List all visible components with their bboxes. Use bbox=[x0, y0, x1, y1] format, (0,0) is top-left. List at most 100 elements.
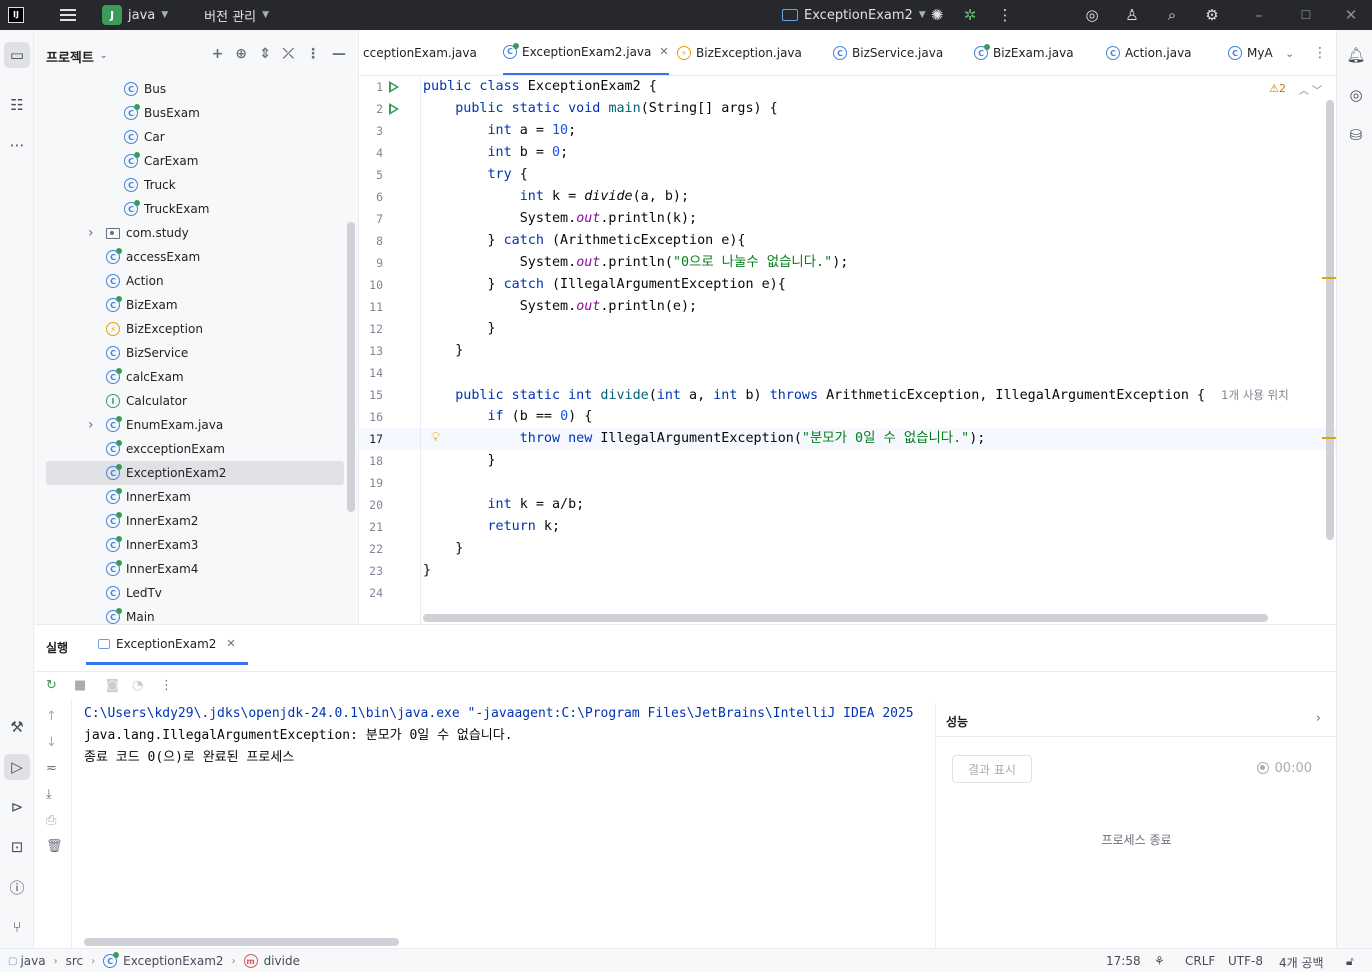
chevron-down-icon[interactable]: ⌄ bbox=[100, 51, 108, 61]
breadcrumb-item[interactable]: divide bbox=[264, 954, 300, 968]
run-config-selector[interactable]: ExceptionExam2 ▼ bbox=[782, 0, 926, 30]
add-user-icon[interactable]: ♙ bbox=[1123, 6, 1141, 24]
tab-action[interactable]: C Action.java bbox=[1106, 30, 1192, 75]
notifications-bell-icon[interactable]: 🔔︎ bbox=[1343, 42, 1369, 68]
project-tree-item[interactable]: C TruckExam bbox=[46, 197, 344, 221]
maximize-icon[interactable]: ☐ bbox=[1297, 6, 1315, 24]
scroll-to-end-icon[interactable]: ⤓ bbox=[46, 787, 52, 802]
soft-wrap-icon[interactable]: ≂ bbox=[46, 761, 57, 776]
navigate-warnings-arrows-icon[interactable]: ︿ ﹀ bbox=[1299, 82, 1322, 97]
project-tree-item[interactable]: C BizExam bbox=[46, 293, 344, 317]
tab-biz-exam[interactable]: C BizExam.java bbox=[974, 30, 1074, 75]
project-tree-item[interactable]: CexcceptionExam bbox=[46, 437, 344, 461]
tab-options-icon[interactable]: ⋮ bbox=[1313, 30, 1327, 75]
run-icon[interactable]: ▷ bbox=[4, 754, 30, 780]
project-tree-item[interactable]: C Main bbox=[46, 605, 344, 624]
warning-marker[interactable] bbox=[1322, 437, 1336, 439]
structure-icon[interactable]: ☷ bbox=[4, 92, 30, 118]
expand-all-icon[interactable]: ⇕ bbox=[259, 46, 271, 62]
terminal-icon[interactable]: ⊡ bbox=[4, 834, 30, 860]
usage-hint[interactable]: 1개 사용 위치 bbox=[1221, 388, 1289, 402]
editor-horizontal-scrollbar[interactable] bbox=[423, 614, 1268, 622]
ai-assistant-icon[interactable]: ◎ bbox=[1083, 6, 1101, 24]
run-main-icon[interactable] bbox=[389, 103, 399, 115]
minimize-icon[interactable]: – bbox=[1250, 6, 1268, 24]
profiler-icon[interactable]: ◔ bbox=[132, 678, 143, 693]
inspection-profile-icon[interactable]: ⚘ bbox=[1154, 954, 1165, 968]
project-tree-item[interactable]: ⚡ BizException bbox=[46, 317, 344, 341]
expand-chevron-icon[interactable]: › bbox=[88, 417, 94, 433]
project-tree-item[interactable]: C Bus bbox=[46, 77, 344, 101]
indent-setting[interactable]: 4개 공백 bbox=[1279, 954, 1324, 971]
more-vertical-icon[interactable]: ⋮ bbox=[996, 6, 1014, 24]
breadcrumb-item[interactable]: ExceptionExam2 bbox=[123, 954, 223, 968]
git-icon[interactable]: ⑂ bbox=[4, 914, 30, 940]
project-switcher[interactable]: J java ▼ bbox=[76, 0, 168, 30]
tab-biz-exception[interactable]: ⚡ BizException.java bbox=[677, 30, 802, 75]
vcs-menu[interactable]: 버전 관리 ▼ bbox=[198, 0, 269, 30]
tab-biz-service[interactable]: C BizService.java bbox=[833, 30, 943, 75]
hide-panel-icon[interactable]: — bbox=[332, 46, 346, 62]
tab-mya[interactable]: C MyA bbox=[1228, 30, 1273, 75]
arrow-down-icon[interactable]: ↓ bbox=[46, 735, 57, 750]
collapse-all-icon[interactable]: ⤫ bbox=[283, 46, 294, 62]
add-icon[interactable]: + bbox=[212, 46, 224, 62]
project-tree-item[interactable]: C CarExam bbox=[46, 149, 344, 173]
line-separator[interactable]: CRLF bbox=[1185, 954, 1215, 968]
debug-icon[interactable]: ✲ bbox=[961, 6, 979, 24]
project-tree-item[interactable]: C Truck bbox=[46, 173, 344, 197]
close-window-icon[interactable]: ✕ bbox=[1342, 6, 1360, 24]
project-tree-item[interactable]: C LedTv bbox=[46, 581, 344, 605]
console-horizontal-scrollbar[interactable] bbox=[84, 938, 399, 946]
arrow-up-icon[interactable]: ↑ bbox=[46, 709, 57, 724]
project-folder-icon[interactable]: ▭ bbox=[4, 42, 30, 68]
options-icon[interactable]: ⋮ bbox=[306, 46, 320, 62]
print-icon[interactable]: ⎙ bbox=[46, 813, 56, 828]
file-encoding[interactable]: UTF-8 bbox=[1228, 954, 1263, 968]
more-horizontal-icon[interactable]: ⋯ bbox=[4, 132, 30, 158]
breadcrumb-item[interactable]: java bbox=[20, 954, 45, 968]
run-tab-exception-exam2[interactable]: ExceptionExam2 ✕ bbox=[86, 625, 248, 665]
project-tree-item[interactable]: › C EnumExam.java bbox=[46, 413, 344, 437]
project-tree-item[interactable]: C InnerExam bbox=[46, 485, 344, 509]
project-tree-item[interactable]: C ExceptionExam2 bbox=[46, 461, 344, 485]
chevron-right-icon[interactable]: › bbox=[1316, 711, 1321, 726]
project-tree-item[interactable]: CcalcExam bbox=[46, 365, 344, 389]
project-tree-item[interactable]: C InnerExam3 bbox=[46, 533, 344, 557]
screenshot-camera-icon[interactable]: ◙ bbox=[106, 678, 119, 693]
project-tree-item[interactable]: C InnerExam2 bbox=[46, 509, 344, 533]
project-panel-title[interactable]: 프로젝트 bbox=[46, 47, 94, 66]
project-scrollbar[interactable] bbox=[347, 222, 355, 512]
rerun-icon[interactable]: ↻ bbox=[46, 678, 57, 693]
console-output[interactable]: C:\Users\kdy29\.jdks\openjdk-24.0.1\bin\… bbox=[84, 703, 934, 769]
database-icon[interactable]: ⛁ bbox=[1343, 122, 1369, 148]
expand-chevron-icon[interactable]: › bbox=[88, 225, 94, 241]
tab-exception-exam2[interactable]: C ExceptionExam2.java ✕ bbox=[503, 30, 669, 75]
performance-header[interactable]: 성능 › bbox=[936, 703, 1337, 737]
stop-icon[interactable]: ■ bbox=[74, 678, 86, 693]
services-icon[interactable]: ⊳ bbox=[4, 794, 30, 820]
main-menu-icon[interactable] bbox=[60, 9, 76, 21]
project-tree-item[interactable]: I Calculator bbox=[46, 389, 344, 413]
warning-count-badge[interactable]: ⚠2 bbox=[1269, 82, 1286, 95]
build-hammer-icon[interactable]: ⚒ bbox=[4, 714, 30, 740]
search-icon[interactable]: ⌕ bbox=[1163, 6, 1181, 24]
show-results-button[interactable]: 결과 표시 bbox=[952, 755, 1032, 783]
project-tree-item[interactable]: C Action bbox=[46, 269, 344, 293]
project-tree-item[interactable]: CaccessExam bbox=[46, 245, 344, 269]
caret-position[interactable]: 17:58 bbox=[1106, 954, 1141, 968]
editor-vertical-scrollbar[interactable] bbox=[1326, 100, 1334, 540]
project-tree-item[interactable]: C InnerExam4 bbox=[46, 557, 344, 581]
tab-exception-exam[interactable]: cceptionExam.java bbox=[363, 30, 477, 75]
project-tree-item[interactable]: › com.study bbox=[46, 221, 344, 245]
read-only-lock-icon[interactable]: 🔓︎ bbox=[1346, 954, 1354, 969]
warning-marker[interactable] bbox=[1322, 277, 1336, 279]
close-run-tab-icon[interactable]: ✕ bbox=[226, 637, 235, 650]
project-tree-item[interactable]: C Car bbox=[46, 125, 344, 149]
problems-icon[interactable]: ⓘ bbox=[4, 874, 30, 900]
breadcrumb-item[interactable]: src bbox=[66, 954, 84, 968]
run-class-icon[interactable] bbox=[389, 81, 399, 93]
close-tab-icon[interactable]: ✕ bbox=[659, 45, 668, 58]
settings-gear-icon[interactable]: ⚙ bbox=[1203, 6, 1221, 24]
more-vertical-icon[interactable]: ⋮ bbox=[160, 678, 173, 693]
